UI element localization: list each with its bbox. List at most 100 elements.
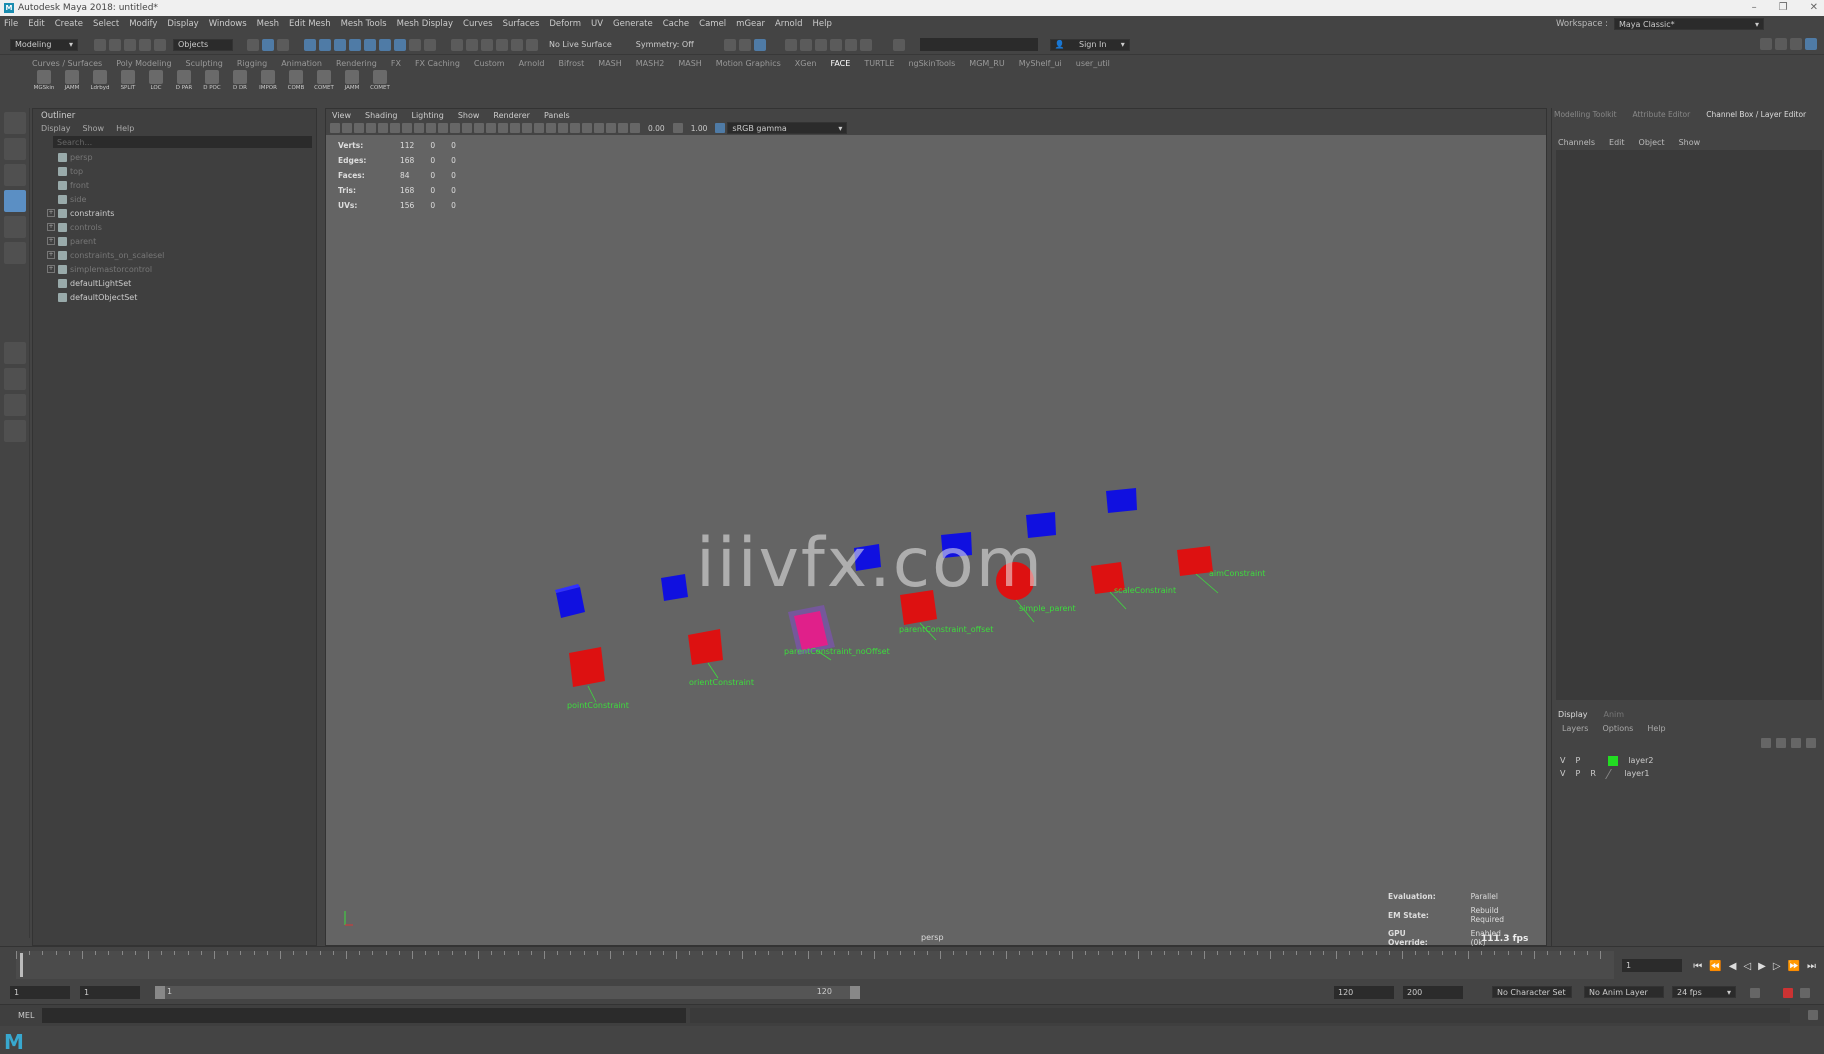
anim-layer-dropdown[interactable]: No Anim Layer: [1584, 986, 1664, 998]
highlight-icon[interactable]: [424, 38, 436, 51]
right-panel-tab[interactable]: Attribute Editor: [1633, 110, 1691, 119]
layer-tab-display[interactable]: Display: [1558, 710, 1588, 719]
shelf-tab[interactable]: MGM_RU: [969, 59, 1004, 68]
lasso-tool-icon[interactable]: [4, 138, 26, 160]
perspective-outliner-layout-icon[interactable]: [4, 394, 26, 416]
shelf-button[interactable]: IMPOR: [256, 70, 280, 96]
new-layer-selected-icon[interactable]: [1806, 738, 1816, 748]
outliner-item[interactable]: + parent: [33, 234, 316, 248]
sign-in-button[interactable]: 👤 Sign In ▾: [1049, 38, 1130, 51]
shelf-button[interactable]: JAMM: [60, 70, 84, 96]
auto-key-icon[interactable]: [1783, 988, 1793, 998]
command-input[interactable]: [42, 1008, 686, 1023]
pick-render-icon[interactable]: [394, 38, 406, 51]
menu-mgear[interactable]: mGear: [736, 19, 765, 29]
playback-start-field[interactable]: 1: [80, 986, 140, 999]
smooth-shade-icon[interactable]: [474, 123, 484, 133]
range-slider-bar[interactable]: 1 120: [155, 986, 860, 999]
shelf-button[interactable]: D DR: [228, 70, 252, 96]
bookmark-icon[interactable]: [354, 123, 364, 133]
safe-title-icon[interactable]: [450, 123, 460, 133]
field-chart-icon[interactable]: [426, 123, 436, 133]
current-time-indicator[interactable]: [20, 953, 23, 977]
gamma-value[interactable]: 1.00: [691, 124, 708, 133]
close-button[interactable]: ✕: [1810, 2, 1818, 13]
time-slider-track[interactable]: [16, 951, 1614, 979]
step-forward-key-icon[interactable]: ⏩: [1788, 961, 1800, 972]
outliner-item[interactable]: +defaultLightSet: [33, 276, 316, 290]
viewport-menu-renderer[interactable]: Renderer: [493, 111, 530, 120]
shelf-tab[interactable]: XGen: [795, 59, 817, 68]
shelf-tab[interactable]: MyShelf_ui: [1019, 59, 1062, 68]
shelf-button[interactable]: SPLIT: [116, 70, 140, 96]
new-layer-icon[interactable]: [1791, 738, 1801, 748]
isolate-select-icon[interactable]: [582, 123, 592, 133]
menu-cache[interactable]: Cache: [663, 19, 689, 29]
shelf-button[interactable]: COMB: [284, 70, 308, 96]
menu-surfaces[interactable]: Surfaces: [503, 19, 540, 29]
xray-icon[interactable]: [594, 123, 604, 133]
select-hierarchy-icon[interactable]: [247, 38, 259, 51]
outliner-item[interactable]: + constraints_on_scalesel: [33, 248, 316, 262]
outliner-item[interactable]: +front: [33, 178, 316, 192]
paint-select-tool-icon[interactable]: [4, 164, 26, 186]
shelf-tab[interactable]: ngSkinTools: [908, 59, 955, 68]
menu-camel[interactable]: Camel: [699, 19, 726, 29]
workspace-dropdown[interactable]: Maya Classic* ▾: [1614, 18, 1764, 30]
pick-joint-icon[interactable]: [319, 38, 331, 51]
channel-box-menu-item[interactable]: Show: [1679, 138, 1701, 147]
layer-visibility-toggle[interactable]: V: [1560, 769, 1565, 778]
pick-deformer-icon[interactable]: [364, 38, 376, 51]
depth-of-field-icon[interactable]: [570, 123, 580, 133]
menu-display[interactable]: Display: [167, 19, 198, 29]
outliner-menu-show[interactable]: Show: [83, 124, 105, 133]
menu-set-dropdown[interactable]: Modeling ▾: [10, 38, 78, 51]
step-back-frame-icon[interactable]: ◀: [1729, 961, 1737, 972]
channel-box-menu-item[interactable]: Edit: [1609, 138, 1625, 147]
step-forward-frame-icon[interactable]: ▷: [1773, 961, 1781, 972]
grid-icon[interactable]: [378, 123, 388, 133]
script-editor-icon[interactable]: [1808, 1010, 1818, 1020]
redo-icon[interactable]: [154, 38, 166, 51]
expand-icon[interactable]: +: [47, 251, 55, 259]
save-scene-icon[interactable]: [124, 38, 136, 51]
gamma-icon[interactable]: [672, 123, 683, 133]
shelf-tab[interactable]: Custom: [474, 59, 505, 68]
shelf-tab[interactable]: Rigging: [237, 59, 267, 68]
shelf-button[interactable]: MGSkin: [32, 70, 56, 96]
shelf-tab[interactable]: Curves / Surfaces: [32, 59, 102, 68]
use-all-lights-icon[interactable]: [510, 123, 520, 133]
menu-mesh-tools[interactable]: Mesh Tools: [341, 19, 387, 29]
render-setup-icon[interactable]: [844, 38, 857, 51]
current-frame-field[interactable]: 1: [1622, 959, 1682, 972]
new-scene-icon[interactable]: [94, 38, 106, 51]
exposure-value[interactable]: 0.00: [648, 124, 665, 133]
anti-aliasing-icon[interactable]: [558, 123, 568, 133]
xray-components-icon[interactable]: [618, 123, 628, 133]
blue-cube[interactable]: [555, 584, 585, 618]
go-to-end-icon[interactable]: ⏭: [1807, 961, 1816, 972]
safe-action-icon[interactable]: [438, 123, 448, 133]
range-start-handle[interactable]: [155, 986, 165, 999]
outliner-menu-help[interactable]: Help: [116, 124, 134, 133]
attribute-editor-toggle-icon[interactable]: [1775, 38, 1787, 50]
wireframe-icon[interactable]: [462, 123, 472, 133]
menu-file[interactable]: File: [4, 19, 18, 29]
open-scene-icon[interactable]: [109, 38, 121, 51]
loop-icon[interactable]: [1750, 988, 1760, 998]
menu-uv[interactable]: UV: [591, 19, 603, 29]
right-panel-tab[interactable]: Modelling Toolkit: [1554, 110, 1617, 119]
expand-icon[interactable]: +: [47, 223, 55, 231]
shelf-tab[interactable]: MASH: [678, 59, 701, 68]
xray-joints-icon[interactable]: [606, 123, 616, 133]
layer-menu-help[interactable]: Help: [1647, 724, 1665, 733]
shelf-tab[interactable]: Rendering: [336, 59, 377, 68]
shelf-tab[interactable]: Bifrost: [558, 59, 584, 68]
shelf-button[interactable]: COMET: [368, 70, 392, 96]
shelf-button[interactable]: COMET: [312, 70, 336, 96]
menu-mesh[interactable]: Mesh: [257, 19, 279, 29]
expand-icon[interactable]: +: [47, 209, 55, 217]
red-cube[interactable]: [688, 629, 723, 665]
history-icon[interactable]: [723, 38, 736, 51]
viewport-panel[interactable]: View Shading Lighting Show Renderer Panels 0.…: [325, 108, 1726, 947]
